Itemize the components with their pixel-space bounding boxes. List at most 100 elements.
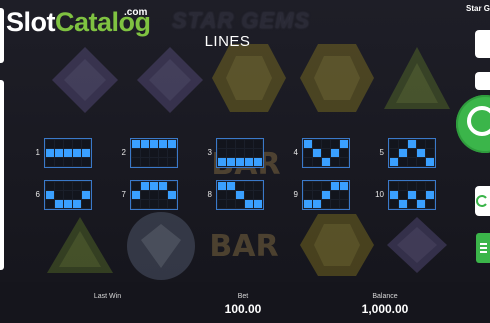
payline-diagram bbox=[44, 138, 92, 168]
right-info-button[interactable] bbox=[475, 72, 490, 90]
payline-cell bbox=[64, 191, 72, 199]
payline-cell bbox=[254, 140, 262, 148]
right-top-button[interactable] bbox=[475, 30, 490, 58]
bar-symbol: BAR bbox=[209, 229, 278, 264]
yellow-gem-symbol bbox=[300, 214, 374, 276]
payline-cell bbox=[313, 182, 321, 190]
bet-label: Bet bbox=[237, 293, 249, 300]
payline-cell bbox=[390, 140, 398, 148]
payline-number: 9 bbox=[293, 190, 298, 199]
payline-cell bbox=[245, 200, 253, 208]
menu-button[interactable] bbox=[476, 233, 490, 263]
payline-cell bbox=[141, 182, 149, 190]
payline-cell bbox=[64, 200, 72, 208]
payline-cell bbox=[132, 158, 140, 166]
payline-cell bbox=[331, 182, 339, 190]
payline-cell bbox=[227, 182, 235, 190]
payline-cell bbox=[340, 200, 348, 208]
payline-cell bbox=[313, 149, 321, 157]
payline-cell bbox=[141, 149, 149, 157]
payline-cell bbox=[236, 182, 244, 190]
payline-cell bbox=[64, 158, 72, 166]
payline-cell bbox=[426, 149, 434, 157]
autoplay-icon bbox=[476, 195, 487, 207]
payline-cell bbox=[426, 191, 434, 199]
payline-cell bbox=[55, 191, 63, 199]
payline-cell bbox=[331, 140, 339, 148]
payline-cell bbox=[254, 182, 262, 190]
payline-cell bbox=[331, 158, 339, 166]
corner-game-title: Star Gems bbox=[466, 4, 490, 13]
payline-cell bbox=[218, 149, 226, 157]
payline-cell bbox=[245, 182, 253, 190]
payline-cell bbox=[408, 182, 416, 190]
diamond-symbol bbox=[127, 212, 195, 280]
payline-cell bbox=[322, 140, 330, 148]
payline-cell bbox=[168, 182, 176, 190]
payline-cell bbox=[331, 191, 339, 199]
payline-cell bbox=[304, 158, 312, 166]
green-gem-symbol bbox=[47, 217, 113, 273]
payline-cell bbox=[218, 158, 226, 166]
payline-cell bbox=[168, 149, 176, 157]
payline-cell bbox=[227, 158, 235, 166]
payline-cell bbox=[168, 200, 176, 208]
payline-cell bbox=[245, 191, 253, 199]
payline-cell bbox=[150, 149, 158, 157]
left-edge-panel[interactable] bbox=[0, 8, 4, 63]
payline-cell bbox=[399, 158, 407, 166]
payline-cell bbox=[218, 191, 226, 199]
payline-diagram bbox=[302, 138, 350, 168]
payline-diagram bbox=[44, 180, 92, 210]
payline-cell bbox=[150, 200, 158, 208]
payline-cell bbox=[331, 200, 339, 208]
payline-cell bbox=[227, 191, 235, 199]
payline-cell bbox=[408, 200, 416, 208]
payline-cell bbox=[245, 158, 253, 166]
autoplay-button[interactable] bbox=[475, 186, 490, 216]
payline-number: 6 bbox=[35, 190, 40, 199]
payline-cell bbox=[46, 191, 54, 199]
payline-diagram bbox=[130, 138, 178, 168]
payline-cell bbox=[150, 140, 158, 148]
payline-cell bbox=[399, 200, 407, 208]
payline-cell bbox=[304, 140, 312, 148]
payline-cell bbox=[254, 149, 262, 157]
payline-cell bbox=[159, 182, 167, 190]
payline-number: 8 bbox=[207, 190, 212, 199]
payline-cell bbox=[82, 182, 90, 190]
payline-cell bbox=[218, 200, 226, 208]
payline-cell bbox=[218, 182, 226, 190]
payline-cell bbox=[390, 191, 398, 199]
payline-cell bbox=[245, 140, 253, 148]
payline-cell bbox=[236, 149, 244, 157]
payline-cell bbox=[73, 191, 81, 199]
payline-cell bbox=[46, 158, 54, 166]
payline-number: 10 bbox=[375, 190, 384, 199]
payline-diagram bbox=[302, 180, 350, 210]
payline-number: 5 bbox=[379, 148, 384, 157]
payline-cell bbox=[73, 200, 81, 208]
left-edge-panel[interactable] bbox=[0, 80, 4, 270]
payline-cell bbox=[417, 191, 425, 199]
payline-cell bbox=[417, 149, 425, 157]
payline-cell bbox=[132, 191, 140, 199]
payline-cell bbox=[150, 191, 158, 199]
payline-cell bbox=[399, 191, 407, 199]
payline-cell bbox=[168, 191, 176, 199]
payline-cell bbox=[55, 158, 63, 166]
balance-label: Balance bbox=[372, 293, 398, 300]
purple-gem-symbol bbox=[52, 47, 118, 113]
payline-cell bbox=[390, 182, 398, 190]
payline-cell bbox=[304, 200, 312, 208]
payline-cell bbox=[236, 158, 244, 166]
payline-cell bbox=[82, 158, 90, 166]
payline-cell bbox=[417, 140, 425, 148]
payline-diagram bbox=[216, 138, 264, 168]
payline-cell bbox=[150, 158, 158, 166]
payline-cell bbox=[46, 200, 54, 208]
payline-cell bbox=[236, 191, 244, 199]
yellow-gem-symbol bbox=[212, 44, 286, 112]
payline-cell bbox=[313, 200, 321, 208]
payline-cell bbox=[426, 158, 434, 166]
